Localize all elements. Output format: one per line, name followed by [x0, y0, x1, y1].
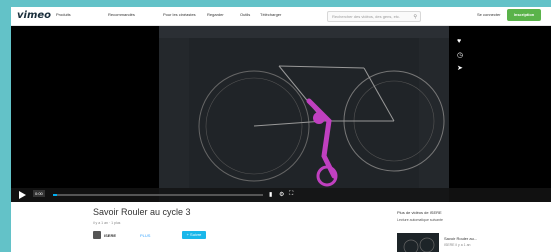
- search-icon[interactable]: ⚲: [413, 14, 417, 20]
- video-frame[interactable]: [159, 26, 449, 202]
- signin-link[interactable]: Se connecter: [477, 12, 501, 17]
- video-meta: il y a 1 an · 1 plus: [93, 221, 121, 225]
- nav-item-creators[interactable]: Pour les cinéastes: [163, 12, 196, 17]
- progress-fill: [53, 194, 58, 196]
- clock-icon[interactable]: ◷: [457, 51, 463, 59]
- recommended-thumbnail[interactable]: [397, 233, 439, 252]
- fullscreen-icon[interactable]: ⛶: [289, 191, 293, 198]
- nav-item-tools[interactable]: Outils: [240, 12, 250, 17]
- owner-name[interactable]: ISERE: [104, 233, 116, 238]
- search-input[interactable]: Rechercher des vidéos, des gens, etc. ⚲: [327, 11, 421, 22]
- recommended-meta: ISERE il y a 1 an: [444, 243, 471, 247]
- search-placeholder: Rechercher des vidéos, des gens, etc.: [332, 14, 401, 19]
- vimeo-logo[interactable]: vimeo: [17, 10, 51, 21]
- share-icon[interactable]: ➤: [457, 64, 463, 72]
- volume-icon[interactable]: ▮: [269, 191, 272, 198]
- top-navigation-bar: vimeo Produits Recommandés Pour les ciné…: [11, 7, 551, 26]
- recommended-title[interactable]: Savoir Rouler au...: [444, 236, 477, 241]
- video-content: [159, 26, 449, 202]
- join-button[interactable]: Inscription: [507, 9, 541, 21]
- sidebar-heading: Plus de vidéos de ISERE: [397, 210, 442, 215]
- video-title: Savoir Rouler au cycle 3: [93, 207, 191, 217]
- plus-badge: PLUS: [140, 233, 151, 238]
- play-icon[interactable]: [19, 191, 26, 199]
- nav-item-recommended[interactable]: Recommandés: [108, 12, 135, 17]
- heart-icon[interactable]: ♥: [457, 38, 461, 45]
- autoplay-label: Lecture automatique suivante: [397, 218, 443, 222]
- progress-bar[interactable]: [53, 194, 263, 196]
- page-frame: vimeo Produits Recommandés Pour les ciné…: [11, 7, 551, 252]
- follow-button[interactable]: + Suivre: [182, 231, 206, 239]
- nav-item-products[interactable]: Produits: [56, 12, 71, 17]
- video-player[interactable]: ♥ ◷ ➤ 0:00 ▮ ⚙ ⛶: [11, 26, 551, 202]
- player-controls: 0:00 ▮ ⚙ ⛶: [11, 188, 551, 202]
- time-display: 0:00: [33, 190, 45, 197]
- nav-item-watch[interactable]: Regarder: [207, 12, 224, 17]
- nav-item-download[interactable]: Télécharger: [260, 12, 281, 17]
- thumbnail-image: [397, 233, 439, 252]
- settings-icon[interactable]: ⚙: [279, 191, 284, 198]
- avatar[interactable]: [93, 231, 101, 239]
